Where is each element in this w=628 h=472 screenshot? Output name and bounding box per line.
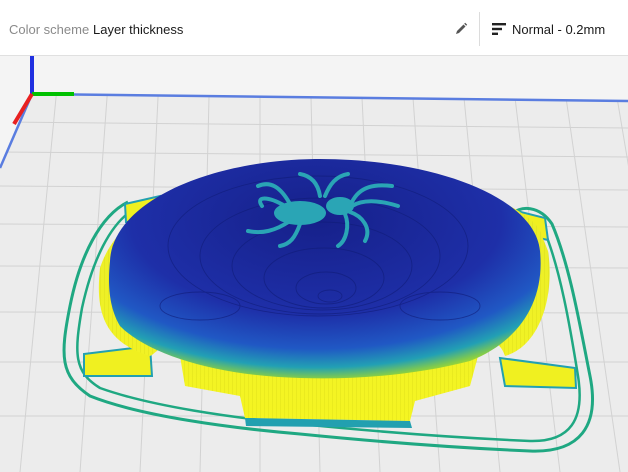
print-settings-icon xyxy=(492,23,506,35)
3d-viewport[interactable] xyxy=(0,56,628,472)
pencil-icon[interactable] xyxy=(454,22,468,36)
print-profile-label: Normal - 0.2mm xyxy=(512,22,606,37)
color-scheme-value[interactable]: Layer thickness xyxy=(93,22,183,37)
color-scheme-label: Color scheme xyxy=(9,22,90,37)
print-settings-button[interactable]: Normal - 0.2mm xyxy=(480,0,628,56)
color-scheme-toolbar: Color scheme Layer thickness Normal - 0.… xyxy=(0,0,628,56)
